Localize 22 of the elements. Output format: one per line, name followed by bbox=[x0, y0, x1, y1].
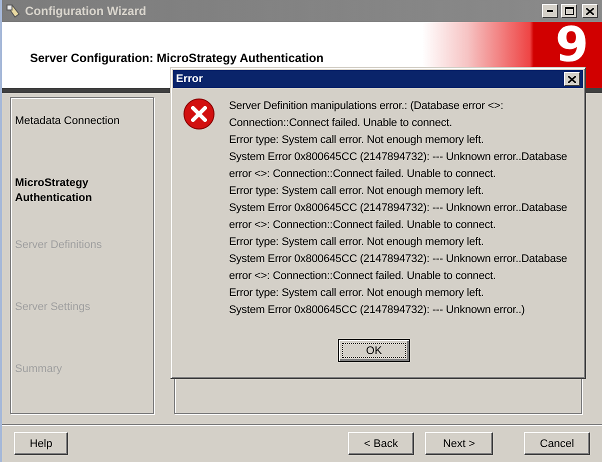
maximize-button[interactable] bbox=[561, 4, 577, 18]
dialog-title: Error bbox=[176, 73, 204, 85]
app-icon bbox=[6, 3, 22, 19]
close-icon bbox=[568, 76, 576, 82]
logo-mark: 9 bbox=[554, 25, 590, 65]
close-icon bbox=[586, 8, 594, 14]
minimize-icon bbox=[547, 10, 553, 12]
ok-button[interactable]: OK bbox=[338, 339, 410, 362]
wizard-step: Metadata Connection bbox=[15, 114, 149, 146]
cancel-button[interactable]: Cancel bbox=[524, 432, 590, 455]
maximize-icon bbox=[564, 7, 574, 15]
window-title: Configuration Wizard bbox=[25, 4, 148, 18]
error-message: Server Definition manipulations error.: (Database error <>: Connection::Connect failed. Unable to connect. Error type: System call error. Not enough memory left. System Error 0x800645CC (2147894732): --- Unknown error..Database error <>: Connection::Connect failed. Unable to connect. Error type: System call error. Not enough memory left. System Error 0x800645CC (2147894732): --- Unknown error..Database error <>: Connection::Connect failed. Unable to connect. Error type: System call error. Not enough memory left. System Error 0x800645CC (2147894732): --- Unknown error..Database error <>: Connection::Connect failed. Unable to connect. Error type: System call error. Not enough memory left. System Error 0x800645CC (2147894732): --- Unknown error..) bbox=[229, 99, 568, 318]
close-button[interactable] bbox=[582, 4, 598, 18]
page-title: Server Configuration: MicroStrategy Authentication bbox=[30, 51, 325, 65]
back-button[interactable]: < Back bbox=[348, 432, 414, 455]
wizard-step: MicroStrategy Authentication bbox=[15, 176, 149, 208]
next-button[interactable]: Next > bbox=[425, 432, 493, 455]
error-icon bbox=[183, 98, 215, 130]
minimize-button[interactable] bbox=[542, 4, 558, 18]
close-button[interactable] bbox=[564, 72, 580, 86]
help-button[interactable]: Help bbox=[14, 432, 68, 455]
